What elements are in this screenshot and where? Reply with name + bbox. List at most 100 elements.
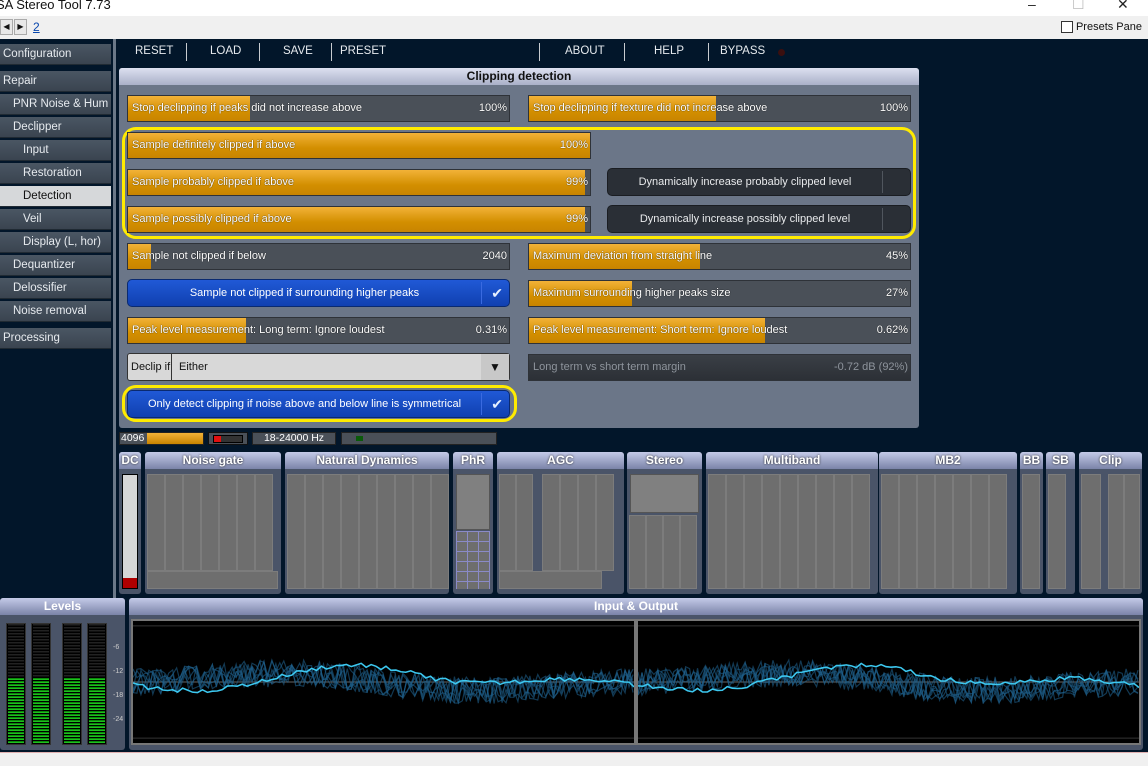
meter-segment — [64, 705, 80, 707]
sidebar-item-delossifier[interactable]: Delossifier — [0, 278, 111, 299]
input-scope — [131, 619, 636, 745]
definitely-clipped-slider[interactable]: Sample definitely clipped if above 100% — [127, 132, 591, 159]
not-clipped-below-slider[interactable]: Sample not clipped if below 2040 — [127, 243, 510, 270]
sidebar-item-noise-removal[interactable]: Noise removal — [0, 301, 111, 322]
module-noise-gate[interactable]: Noise gate — [145, 452, 281, 594]
about-button[interactable]: ABOUT — [565, 45, 605, 57]
page-link[interactable]: 2 — [33, 20, 40, 34]
preset-button[interactable]: PRESET — [340, 45, 386, 57]
io-title: Input & Output — [129, 598, 1143, 615]
sidebar-item-configuration[interactable]: Configuration — [0, 44, 111, 65]
peak-short-term-slider[interactable]: Peak level measurement: Short term: Igno… — [528, 317, 911, 344]
meter-segment — [64, 702, 80, 704]
meter-segment — [33, 672, 49, 674]
meter-segment — [8, 699, 24, 701]
meter-segment — [89, 636, 105, 638]
module-phr[interactable]: PhR — [453, 452, 493, 594]
module-multiband[interactable]: Multiband — [706, 452, 878, 594]
dropdown-arrow-icon[interactable]: ▼ — [481, 354, 509, 380]
buffer-size-slider[interactable]: 4096 — [119, 432, 204, 445]
meter-segment — [8, 648, 24, 650]
meter-segment — [33, 714, 49, 716]
module-dc[interactable]: DC — [119, 452, 141, 594]
meter-segment — [64, 639, 80, 641]
meter-segment — [64, 642, 80, 644]
meter-segment — [64, 681, 80, 683]
symmetrical-noise-toggle[interactable]: Only detect clipping if noise above and … — [127, 390, 510, 418]
bypass-button[interactable]: BYPASS — [720, 45, 765, 57]
module-meter-bar — [646, 515, 663, 589]
meter-segment — [89, 669, 105, 671]
window-titlebar: SA Stereo Tool 7.73 – ☐ ✕ — [0, 0, 1148, 16]
possibly-clipped-slider[interactable]: Sample possibly clipped if above 99% — [127, 206, 591, 233]
dynamic-possibly-toggle[interactable]: Dynamically increase possibly clipped le… — [607, 205, 911, 233]
presets-pane-toggle[interactable]: Presets Pane — [1060, 21, 1142, 33]
meter-segment — [33, 663, 49, 665]
max-deviation-slider[interactable]: Maximum deviation from straight line 45% — [528, 243, 911, 270]
reset-button[interactable]: RESET — [135, 45, 173, 57]
module-agc[interactable]: AGC — [497, 452, 624, 594]
sidebar-item-detection[interactable]: Detection — [0, 186, 111, 207]
toolbar-divider — [624, 43, 625, 61]
declip-if-dropdown[interactable]: Declip if Either ▼ — [127, 353, 510, 381]
sidebar-item-pnr[interactable]: PNR Noise & Hum — [0, 94, 111, 115]
meter-segment — [8, 738, 24, 740]
maximize-button[interactable]: ☐ — [1072, 0, 1085, 13]
margin-slider[interactable]: Long term vs short term margin -0.72 dB … — [528, 354, 911, 381]
meter-segment — [33, 699, 49, 701]
meter-segment — [64, 690, 80, 692]
module-meter-bar — [989, 474, 1007, 589]
sidebar-item-input[interactable]: Input — [0, 140, 111, 161]
module-bb[interactable]: BB — [1020, 452, 1043, 594]
sidebar-item-dequantizer[interactable]: Dequantizer — [0, 255, 111, 276]
navigation-bar: ◀ ▶ 2 Presets Pane — [0, 17, 1148, 39]
sidebar-item-declipper[interactable]: Declipper — [0, 117, 111, 138]
panel-title: Clipping detection — [119, 68, 919, 85]
checkmark-icon: ✔ — [491, 396, 503, 412]
module-stereo[interactable]: Stereo — [627, 452, 702, 594]
max-surrounding-slider[interactable]: Maximum surrounding higher peaks size 27… — [528, 280, 911, 307]
stop-peaks-slider[interactable]: Stop declipping if peaks did not increas… — [127, 95, 510, 122]
module-sb[interactable]: SB — [1046, 452, 1075, 594]
help-button[interactable]: HELP — [654, 45, 684, 57]
meter-segment — [89, 663, 105, 665]
probably-clipped-slider[interactable]: Sample probably clipped if above 99% — [127, 169, 591, 196]
meter-segment — [89, 726, 105, 728]
sidebar-item-processing[interactable]: Processing — [0, 328, 111, 349]
presets-pane-label: Presets Pane — [1075, 21, 1142, 33]
meter-segment — [8, 717, 24, 719]
meter-segment — [8, 684, 24, 686]
sidebar-item-veil[interactable]: Veil — [0, 209, 111, 230]
load-button[interactable]: LOAD — [210, 45, 241, 57]
clipping-detection-panel: Clipping detection Stop declipping if pe… — [119, 68, 919, 428]
meter-segment — [64, 654, 80, 656]
minimize-button[interactable]: – — [1028, 0, 1036, 12]
dynamic-probably-toggle[interactable]: Dynamically increase probably clipped le… — [607, 168, 911, 196]
back-arrow-icon[interactable]: ◀ — [0, 19, 13, 35]
module-mb2[interactable]: MB2 — [879, 452, 1017, 594]
module-natural-dynamics[interactable]: Natural Dynamics — [285, 452, 449, 594]
module-clip[interactable]: Clip — [1079, 452, 1142, 594]
meter-segment — [33, 624, 49, 626]
meter-segment — [89, 624, 105, 626]
meter-segment — [89, 732, 105, 734]
stop-texture-slider[interactable]: Stop declipping if texture did not incre… — [528, 95, 911, 122]
peak-long-term-slider[interactable]: Peak level measurement: Long term: Ignor… — [127, 317, 510, 344]
meter-segment — [33, 720, 49, 722]
meter-segment — [33, 636, 49, 638]
forward-arrow-icon[interactable]: ▶ — [14, 19, 27, 35]
save-button[interactable]: SAVE — [283, 45, 313, 57]
sidebar-divider[interactable] — [113, 39, 116, 599]
meter-segment — [64, 636, 80, 638]
presets-pane-checkbox[interactable] — [1060, 21, 1073, 33]
meter-segment — [33, 735, 49, 737]
close-button[interactable]: ✕ — [1117, 0, 1129, 13]
sidebar-item-repair[interactable]: Repair — [0, 71, 111, 92]
module-meter-bar — [971, 474, 989, 589]
surrounding-peaks-toggle[interactable]: Sample not clipped if surrounding higher… — [127, 279, 510, 307]
module-meter-bar — [798, 474, 816, 589]
meter-segment — [33, 666, 49, 668]
sidebar-item-restoration[interactable]: Restoration — [0, 163, 111, 184]
meter-segment — [8, 669, 24, 671]
sidebar-item-display[interactable]: Display (L, hor) — [0, 232, 111, 253]
